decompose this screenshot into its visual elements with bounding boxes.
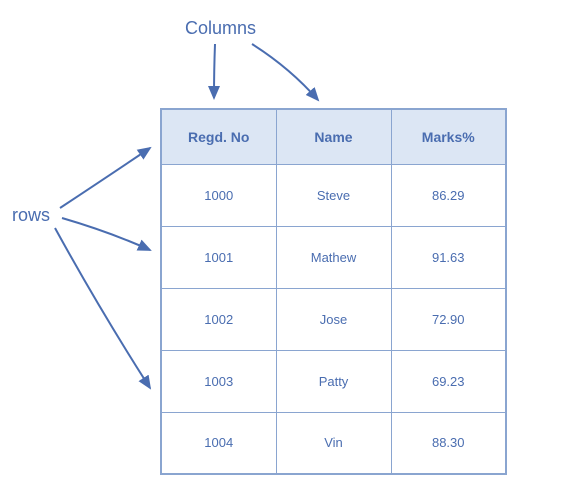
table-row: 1002 Jose 72.90 (161, 288, 506, 350)
cell-regd: 1000 (161, 164, 276, 226)
cell-name: Mathew (276, 226, 391, 288)
cell-name: Patty (276, 350, 391, 412)
cell-regd: 1003 (161, 350, 276, 412)
cell-marks: 69.23 (391, 350, 506, 412)
table-row: 1000 Steve 86.29 (161, 164, 506, 226)
cell-regd: 1004 (161, 412, 276, 474)
rows-label: rows (12, 205, 50, 226)
cell-marks: 72.90 (391, 288, 506, 350)
cell-name: Jose (276, 288, 391, 350)
cell-name: Steve (276, 164, 391, 226)
cell-marks: 91.63 (391, 226, 506, 288)
cell-regd: 1002 (161, 288, 276, 350)
table-header-row: Regd. No Name Marks% (161, 109, 506, 164)
cell-marks: 88.30 (391, 412, 506, 474)
cell-regd: 1001 (161, 226, 276, 288)
data-table: Regd. No Name Marks% 1000 Steve 86.29 10… (160, 108, 507, 475)
table-row: 1001 Mathew 91.63 (161, 226, 506, 288)
cell-name: Vin (276, 412, 391, 474)
columns-label: Columns (185, 18, 256, 39)
table-row: 1003 Patty 69.23 (161, 350, 506, 412)
col-header-name: Name (276, 109, 391, 164)
table-row: 1004 Vin 88.30 (161, 412, 506, 474)
col-header-marks: Marks% (391, 109, 506, 164)
col-header-regd: Regd. No (161, 109, 276, 164)
cell-marks: 86.29 (391, 164, 506, 226)
